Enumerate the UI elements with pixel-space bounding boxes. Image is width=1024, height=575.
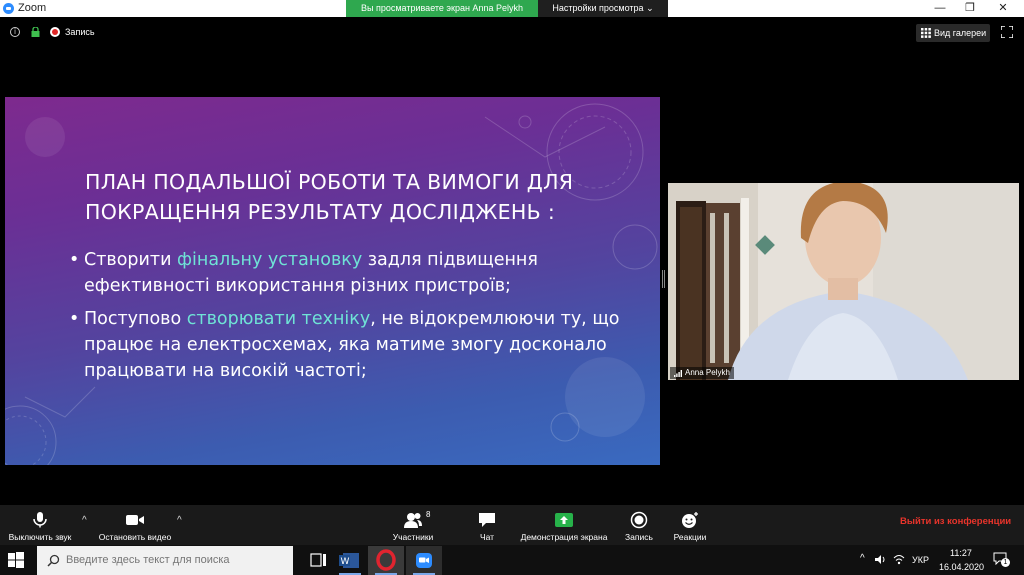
participants-count: 8 [426,510,431,519]
bullet-dot: • [69,309,80,329]
notification-center-button[interactable]: 1 [993,552,1010,568]
view-settings-label: Настройки просмотра [552,3,644,13]
bullet-2-highlight: створювати техніку [186,309,371,329]
panel-resize-handle[interactable] [662,270,665,288]
bullet-dot: • [69,250,80,270]
taskbar-search-input[interactable] [66,554,266,566]
record-label: Запись [625,532,653,542]
recording-icon [50,27,60,37]
bullet-2-text-start: Поступово [84,309,187,329]
search-icon [47,554,60,567]
share-screen-button[interactable]: Демонстрация экрана [516,511,612,542]
video-camera-icon [126,515,144,525]
participant-name-tag: Anna Pelykh [670,367,734,379]
chat-label: Чат [479,532,495,542]
stop-video-button[interactable]: Остановить видео [96,511,174,542]
notification-count-badge: 1 [1001,558,1010,567]
windows-start-icon[interactable] [8,552,24,568]
share-screen-icon [555,513,573,527]
volume-icon[interactable] [875,554,887,565]
mute-label: Выключить звук [8,532,72,542]
zoom-logo-icon [3,3,14,14]
participants-button[interactable]: Участники [388,511,438,542]
mute-button[interactable]: Выключить звук [4,511,76,542]
chevron-down-icon: ⌄ [646,3,654,13]
task-view-icon[interactable] [300,546,336,575]
slide-title-line-2: покращення результату досліджень : [85,200,556,224]
shared-presentation-slide: План подальшої роботи та вимоги для покр… [5,97,660,465]
gallery-view-button[interactable]: Вид галереи [916,24,990,42]
view-settings-button[interactable]: Настройки просмотра ⌄ [538,0,668,17]
reactions-button[interactable]: Реакции [668,511,712,542]
video-frame-image [668,183,1019,380]
recording-label: Запись [65,27,95,37]
screen-share-banner: Вы просматриваете экран Anna Pelykh [346,0,538,17]
zoom-app-icon[interactable] [406,546,442,575]
clock-date[interactable]: 16.04.2020 [939,562,984,572]
network-icon[interactable] [893,554,905,565]
reactions-smiley-icon [682,512,698,528]
bullet-1-text-start: Створити [84,250,178,270]
minimize-button[interactable]: — [925,0,955,17]
reactions-label: Реакции [673,532,707,542]
gallery-view-label: Вид галереи [934,28,987,38]
svg-text:W: W [341,557,350,567]
slide-title: План подальшої роботи та вимоги для покр… [85,167,605,227]
participant-video[interactable] [668,183,1019,380]
slide-bullet-2: • Поступово створювати техніку, не відок… [69,306,629,384]
participant-name: Anna Pelykh [685,368,730,377]
record-icon [630,511,648,529]
opera-browser-icon[interactable] [368,546,404,575]
bullet-1-highlight: фінальну установку [177,250,363,270]
leave-meeting-button[interactable]: Выйти из конференции [900,516,1011,527]
slide-bullet-1: • Створити фінальну установку задля підв… [69,247,629,299]
clock-time[interactable]: 11:27 [950,548,972,558]
lock-icon[interactable] [31,27,40,37]
video-options-caret[interactable]: ^ [177,515,182,526]
audio-options-caret[interactable]: ^ [82,515,87,526]
app-title: Zoom [18,2,47,14]
close-button[interactable]: ✕ [988,0,1018,17]
stop-video-label: Остановить видео [98,532,172,542]
microphone-icon [33,512,47,528]
grid-icon [921,28,931,38]
language-indicator[interactable]: УКР [912,555,929,565]
signal-strength-icon [674,370,682,377]
participants-label: Участники [392,532,434,542]
word-app-icon[interactable]: W [332,546,368,575]
show-hidden-icons-caret[interactable]: ^ [860,553,865,564]
fullscreen-icon[interactable] [1001,26,1013,38]
share-screen-label: Демонстрация экрана [520,532,608,542]
record-button[interactable]: Запись [621,511,657,542]
participants-icon [404,513,422,528]
slide-title-line-1: План подальшої роботи та вимоги для [85,170,574,194]
meeting-info-bar [0,17,1024,47]
chat-button[interactable]: Чат [470,511,504,542]
info-icon[interactable]: i [10,27,20,37]
chat-bubble-icon [479,513,495,527]
restore-button[interactable]: ❐ [955,0,985,17]
